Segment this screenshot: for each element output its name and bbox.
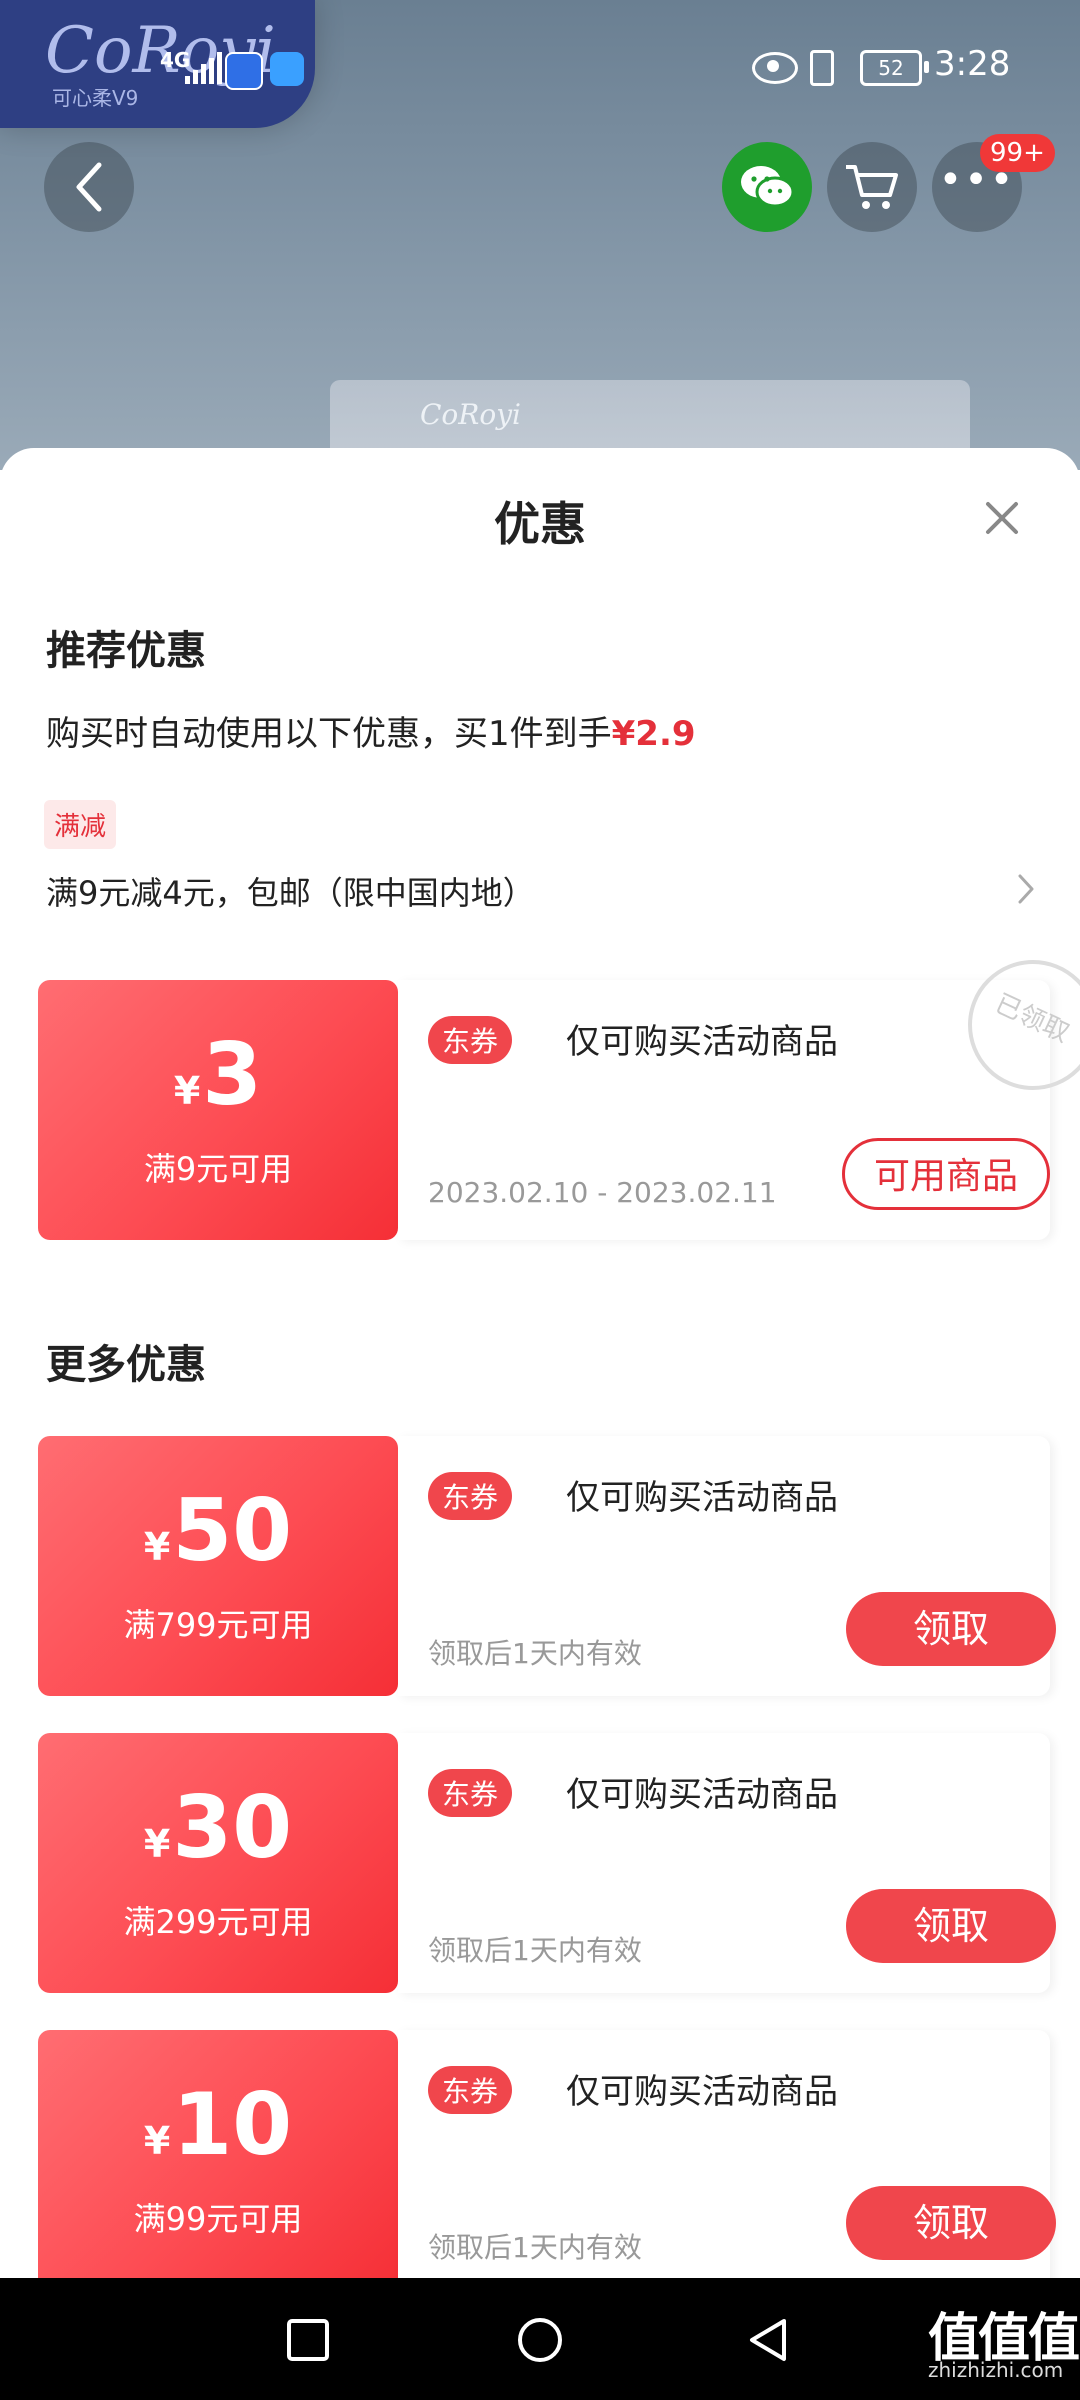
coupon-description: 仅可购买活动商品 <box>566 1022 838 1062</box>
coupon-detail-panel: 东券 仅可购买活动商品 领取后1天内有效 领取 <box>398 2030 1056 2278</box>
coupon-validity: 2023.02.10 - 2023.02.11 <box>428 1176 777 1209</box>
recent-apps-icon[interactable] <box>284 2316 332 2364</box>
coupon-detail-panel: 东券 仅可购买活动商品 领取后1天内有效 领取 <box>398 1733 1056 1993</box>
coupon-description: 仅可购买活动商品 <box>566 1775 838 1815</box>
claimed-stamp: 已领取 <box>968 960 1080 1090</box>
cart-icon <box>846 165 898 209</box>
watermark-url: zhizhizhi.com <box>928 2358 1064 2382</box>
coupon-condition: 满9元可用 <box>143 1150 293 1188</box>
discount-sheet: 优惠 推荐优惠 购买时自动使用以下优惠，买1件到手¥2.9 满减 满9元减4元，… <box>0 448 1080 2278</box>
coupon-tag: 东券 <box>428 1016 513 1064</box>
recommended-desc-text: 购买时自动使用以下优惠，买1件到手 <box>46 714 612 754</box>
coupon-description: 仅可购买活动商品 <box>566 2072 838 2112</box>
yen-symbol: ¥ <box>143 1525 171 1569</box>
close-icon[interactable] <box>980 496 1024 540</box>
recommended-description: 购买时自动使用以下优惠，买1件到手¥2.9 <box>46 706 696 755</box>
coupon-card: ¥50 满799元可用 东券 仅可购买活动商品 领取后1天内有效 领取 <box>38 1436 1056 1696</box>
cart-button[interactable] <box>827 142 917 232</box>
promo-type-tag: 满减 <box>44 800 117 849</box>
yen-symbol: ¥ <box>143 1822 171 1866</box>
message-count-badge: 99+ <box>980 134 1055 172</box>
yen-symbol: ¥ <box>173 1069 201 1113</box>
coupon-value-panel: ¥50 满799元可用 <box>38 1436 398 1696</box>
promo-detail-row[interactable]: 满9元减4元，包邮（限中国内地） <box>46 868 535 914</box>
coupon-amount: ¥30 <box>38 1785 398 1871</box>
available-products-button[interactable]: 可用商品 <box>842 1138 1050 1210</box>
weather-icon <box>270 52 304 86</box>
coupon-amount: ¥10 <box>38 2082 398 2168</box>
home-icon[interactable] <box>516 2316 564 2364</box>
coupon-amount-value: 50 <box>172 1481 293 1581</box>
system-nav-bar: 值值值 zhizhizhi.com <box>0 2278 1080 2400</box>
clock: 3:28 <box>934 44 1011 84</box>
coupon-validity: 领取后1天内有效 <box>428 1637 642 1670</box>
back-triangle-icon[interactable] <box>744 2316 792 2364</box>
coupon-validity: 领取后1天内有效 <box>428 1934 642 1967</box>
package-label: CoRoyi <box>420 398 521 431</box>
vibrate-icon <box>810 50 834 86</box>
coupon-amount-value: 10 <box>172 2075 293 2175</box>
wechat-share-button[interactable] <box>722 142 812 232</box>
coupon-card: ¥10 满99元可用 东券 仅可购买活动商品 领取后1天内有效 领取 <box>38 2030 1056 2278</box>
claim-coupon-button[interactable]: 领取 <box>846 1889 1056 1963</box>
coupon-value-panel: ¥10 满99元可用 <box>38 2030 398 2278</box>
sheet-title: 优惠 <box>494 497 586 551</box>
coupon-tag: 东券 <box>428 1472 513 1520</box>
wechat-icon <box>741 166 795 208</box>
coupon-condition: 满299元可用 <box>123 1903 313 1941</box>
chevron-left-icon <box>76 162 102 212</box>
app-notification-icon <box>225 52 263 90</box>
coupon-detail-panel: 已领取 东券 仅可购买活动商品 2023.02.10 - 2023.02.11 … <box>398 960 1080 1240</box>
coupon-value-panel: ¥30 满299元可用 <box>38 1733 398 1993</box>
coupon-condition: 满799元可用 <box>123 1606 313 1644</box>
coupon-description: 仅可购买活动商品 <box>566 1478 838 1518</box>
coupon-validity: 领取后1天内有效 <box>428 2231 642 2264</box>
coupon-amount: ¥50 <box>38 1488 398 1574</box>
coupon-amount-value: 3 <box>202 1025 263 1125</box>
coupon-tag: 东券 <box>428 1769 513 1817</box>
yen-symbol: ¥ <box>143 2119 171 2163</box>
coupon-condition: 满99元可用 <box>133 2200 303 2238</box>
coupon-amount-value: 30 <box>172 1778 293 1878</box>
final-price: ¥2.9 <box>611 714 696 754</box>
coupon-tag: 东券 <box>428 2066 513 2114</box>
status-bar: 4G 52 3:28 <box>0 40 1080 100</box>
coupon-card: ¥30 满299元可用 东券 仅可购买活动商品 领取后1天内有效 领取 <box>38 1733 1056 1993</box>
coupon-detail-panel: 东券 仅可购买活动商品 领取后1天内有效 领取 <box>398 1436 1056 1696</box>
coupon-value-panel: ¥3 满9元可用 <box>38 980 398 1240</box>
chevron-right-icon[interactable] <box>1014 872 1038 906</box>
claim-coupon-button[interactable]: 领取 <box>846 1592 1056 1666</box>
eye-comfort-icon <box>752 52 798 84</box>
recommended-section-title: 推荐优惠 <box>46 628 206 674</box>
claim-coupon-button[interactable]: 领取 <box>846 2186 1056 2260</box>
back-button[interactable] <box>44 142 134 232</box>
coupon-card: ¥3 满9元可用 已领取 东券 仅可购买活动商品 2023.02.10 - 20… <box>38 960 1080 1240</box>
claimed-stamp-text: 已领取 <box>990 988 1074 1049</box>
battery-icon: 52 <box>860 50 929 86</box>
more-section-title: 更多优惠 <box>46 1342 206 1388</box>
coupon-amount: ¥3 <box>38 1032 398 1118</box>
signal-icon <box>185 50 222 84</box>
